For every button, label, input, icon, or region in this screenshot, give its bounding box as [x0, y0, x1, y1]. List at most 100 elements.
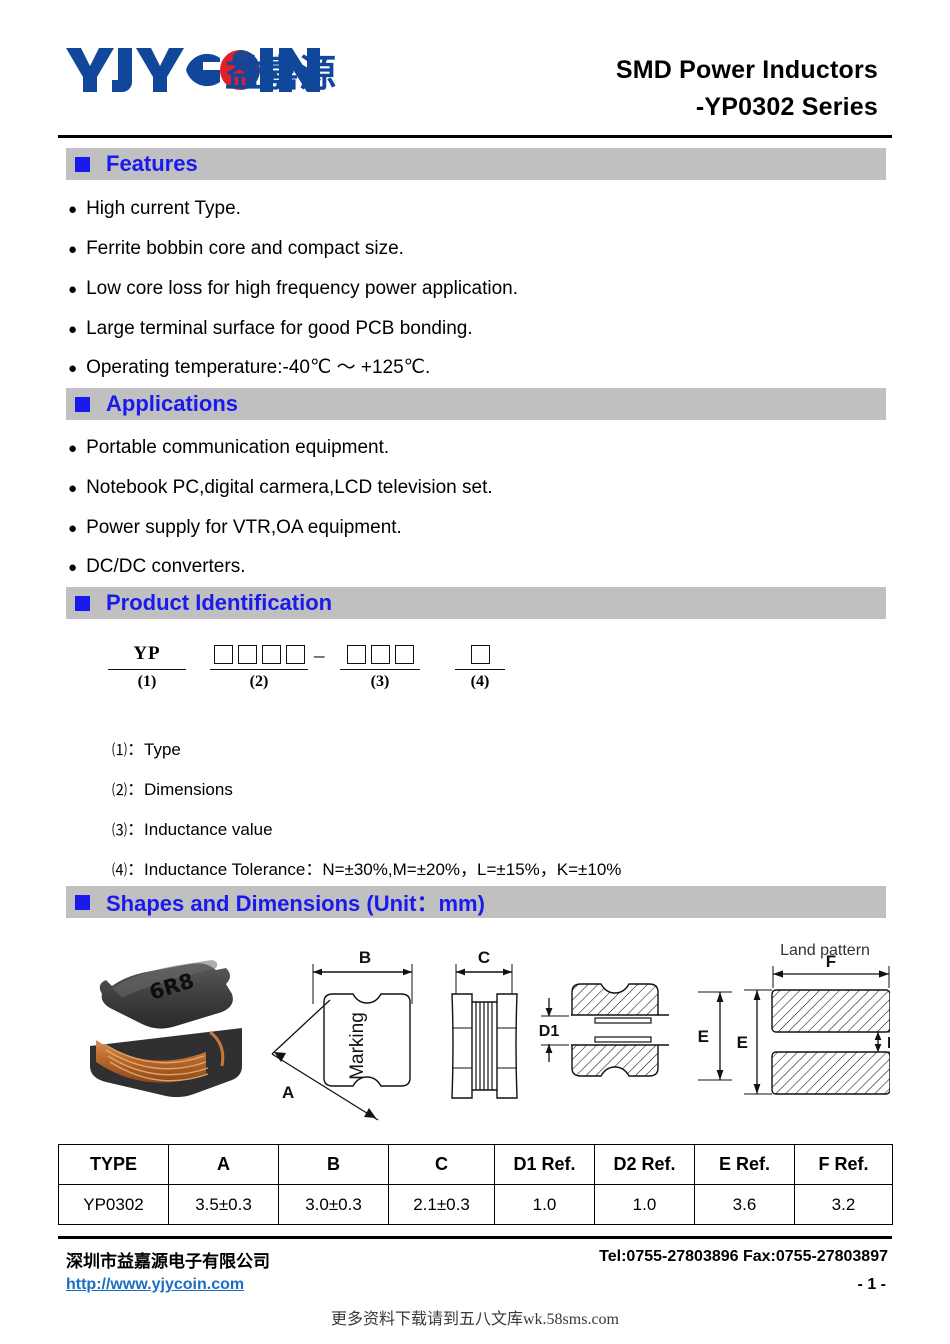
page-footer: 深圳市益嘉源电子有限公司 Tel:0755-27803896 Fax:0755-…: [58, 1243, 892, 1313]
pn-legend-text: Dimensions: [144, 780, 233, 799]
title-line-2: -YP0302 Series: [695, 93, 878, 121]
pn-boxes-dimensions: [210, 640, 308, 668]
feature-text: Low core loss for high frequency power a…: [86, 278, 519, 299]
footer-divider: [58, 1236, 892, 1239]
feature-text: Ferrite bobbin core and compact size.: [86, 238, 404, 259]
dimension-drawings: 6R8 B Marking A C D1 E Land pattern F E: [60, 928, 908, 1133]
feature-text: High current Type.: [86, 198, 241, 219]
land-pattern-drawing: [771, 989, 891, 1095]
document-title: SMD Power Inductors -YP0302 Series: [616, 52, 878, 126]
pn-box: [394, 644, 414, 664]
dim-label-d2: D2: [887, 1035, 890, 1052]
pn-box: [213, 644, 233, 664]
pn-index-3: (3): [370, 673, 390, 690]
pn-legend-text: Inductance value: [144, 820, 273, 839]
section-title-applications: Applications: [106, 391, 239, 416]
table-row: YP0302 3.5±0.3 3.0±0.3 2.1±0.3 1.0 1.0 3…: [58, 1184, 893, 1225]
download-watermark: 更多资料下载请到五八文库wk.58sms.com: [330, 1311, 619, 1328]
dim-label-e-land: E: [737, 1033, 748, 1052]
part-number-diagram: YP (1) (2) – (3) (4): [100, 640, 570, 708]
table-header-cell: C: [388, 1144, 495, 1185]
pn-legend-item: ⑶：Inductance value: [112, 815, 273, 840]
square-bullet-icon: [75, 396, 90, 412]
application-text: Portable communication equipment.: [86, 437, 390, 458]
datasheet-page: 益嘉源 SMD Power Inductors -YP0302 Series F…: [0, 0, 950, 1344]
dim-e-land-arrowhead-bottom: [753, 1084, 761, 1094]
list-item: ● Operating temperature:-40℃ ～ +125℃.: [68, 357, 430, 379]
round-bullet-icon: ●: [68, 360, 78, 377]
list-item: ● DC/DC converters.: [68, 556, 245, 578]
table-header-row: TYPE A B C D1 Ref. D2 Ref. E Ref. F Ref.: [58, 1144, 893, 1185]
pn-box: [237, 644, 257, 664]
svg-text:益嘉源: 益嘉源: [225, 52, 336, 95]
list-item: ● High current Type.: [68, 198, 241, 220]
table-header-cell: F Ref.: [794, 1144, 893, 1185]
round-bullet-icon: ●: [68, 480, 78, 497]
table-header-cell: E Ref.: [694, 1144, 795, 1185]
square-bullet-icon: [75, 894, 90, 910]
title-line-1: SMD Power Inductors: [615, 56, 878, 84]
dim-e-arrowhead-bottom: [716, 1070, 724, 1080]
pn-legend-key: ⑷: [112, 863, 128, 879]
dim-label-a: A: [282, 1083, 294, 1102]
list-item: ● Notebook PC,digital carmera,LCD televi…: [68, 477, 493, 499]
feature-text: Operating temperature:-40℃ ～ +125℃.: [86, 357, 431, 378]
round-bullet-icon: ●: [68, 201, 78, 218]
dim-label-d1: D1: [539, 1023, 560, 1040]
company-name-cn: 深圳市益嘉源电子有限公司: [66, 1252, 270, 1271]
round-bullet-icon: ●: [68, 440, 78, 457]
dim-e-arrowhead-top: [716, 992, 724, 1002]
feature-text: Large terminal surface for good PCB bond…: [86, 318, 473, 339]
pn-legend-sep: ：: [127, 740, 145, 759]
table-cell: 1.0: [494, 1184, 595, 1225]
bottom-view-drawing: [571, 983, 669, 1077]
pn-box: [370, 644, 390, 664]
pn-box: [346, 644, 366, 664]
dim-label-e-bottom: E: [698, 1027, 709, 1046]
square-bullet-icon: [75, 156, 90, 172]
table-header-cell: D2 Ref.: [594, 1144, 695, 1185]
pn-group-3: (3): [340, 640, 420, 691]
logo-icon: 益嘉源: [66, 48, 336, 95]
drawings-svg: 6R8 B Marking A C D1 E Land pattern F E: [90, 942, 908, 1121]
list-item: ● Low core loss for high frequency power…: [68, 278, 518, 300]
table-cell: 2.1±0.3: [388, 1184, 495, 1225]
pn-box: [470, 644, 490, 664]
company-website-link[interactable]: http://www.yjycoin.com: [66, 1276, 244, 1294]
dim-f-arrowhead-left: [773, 970, 783, 978]
round-bullet-icon: ●: [68, 281, 78, 298]
table-cell: 3.5±0.3: [168, 1184, 279, 1225]
pn-legend-key: ⑵: [112, 783, 128, 799]
pn-legend-item: ⑵：Dimensions: [112, 775, 233, 800]
pn-box: [285, 644, 305, 664]
section-header-applications: Applications: [66, 388, 886, 420]
square-bullet-icon: [75, 595, 90, 611]
dimensions-table: TYPE A B C D1 Ref. D2 Ref. E Ref. F Ref.…: [58, 1144, 893, 1225]
application-text: Power supply for VTR,OA equipment.: [86, 517, 402, 538]
pn-legend-item: ⑴：Type: [112, 735, 181, 760]
page-header: 益嘉源 SMD Power Inductors -YP0302 Series: [58, 16, 892, 128]
section-header-shapes: Shapes and Dimensions (Unit：mm): [66, 886, 886, 918]
list-item: ● Portable communication equipment.: [68, 437, 389, 459]
pn-group-2: (2): [210, 640, 308, 691]
list-item: ● Power supply for VTR,OA equipment.: [68, 517, 402, 539]
application-text: Notebook PC,digital carmera,LCD televisi…: [86, 477, 493, 498]
list-item: ● Large terminal surface for good PCB bo…: [68, 318, 473, 340]
table-cell: 3.0±0.3: [278, 1184, 389, 1225]
product-photo: 6R8: [90, 960, 242, 1098]
section-header-features: Features: [66, 148, 886, 180]
section-title-features: Features: [106, 151, 198, 176]
pn-legend-key: ⑶: [112, 823, 128, 839]
table-header-cell: B: [278, 1144, 389, 1185]
pn-boxes-tolerance: [455, 640, 505, 668]
table-header-cell: A: [168, 1144, 279, 1185]
pn-legend-key: ⑴: [112, 743, 128, 759]
pn-boxes-inductance: [340, 640, 420, 668]
pn-separator: –: [314, 643, 325, 667]
pn-legend-sep: ：: [127, 860, 145, 879]
dim-label-c: C: [478, 948, 490, 967]
pn-index-4: (4): [470, 673, 490, 690]
section-title-product-identification: Product Identification: [106, 590, 333, 615]
round-bullet-icon: ●: [68, 241, 78, 258]
table-header-cell: D1 Ref.: [494, 1144, 595, 1185]
